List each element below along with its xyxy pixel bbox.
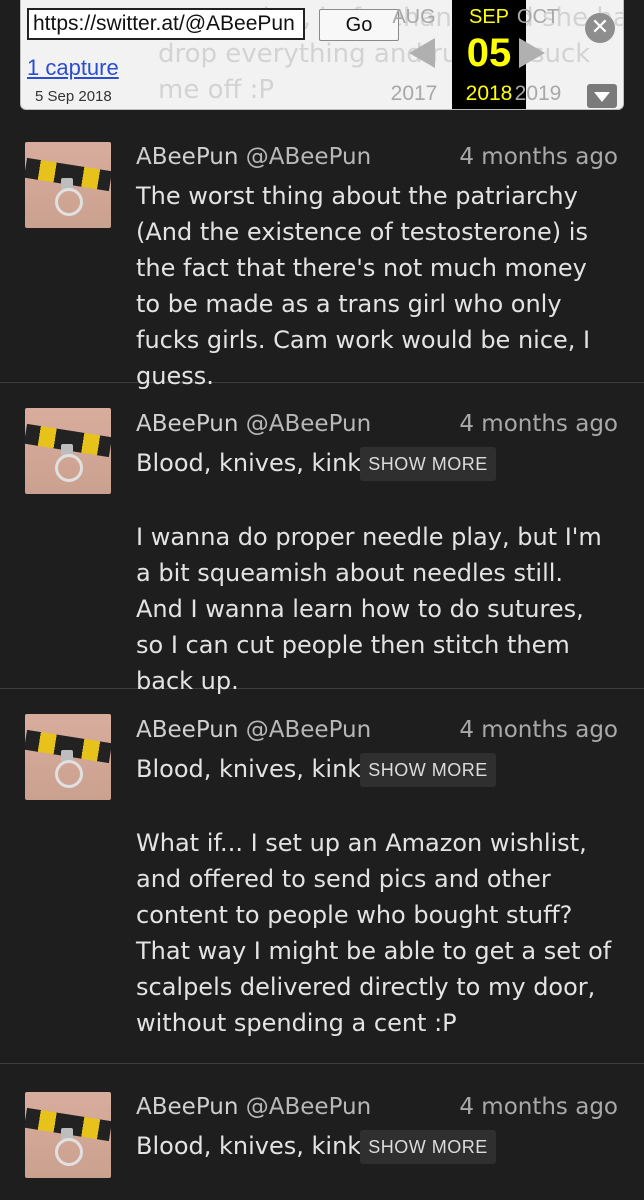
show-more-button[interactable]: SHOW MORE bbox=[360, 447, 496, 481]
close-icon[interactable]: ✕ bbox=[585, 13, 615, 43]
show-more-button[interactable]: SHOW MORE bbox=[360, 753, 496, 787]
post-author[interactable]: ABeePun @ABeePun bbox=[136, 411, 371, 437]
post-item: ABeePun @ABeePun 4 months ago Blood, kni… bbox=[0, 689, 644, 1064]
next-year[interactable]: 2019 bbox=[502, 82, 574, 106]
post-body: The worst thing about the patriarchy (An… bbox=[136, 182, 591, 390]
display-name: ABeePun bbox=[136, 411, 239, 437]
collar-ring bbox=[55, 454, 83, 482]
post-time[interactable]: 4 months ago bbox=[459, 411, 618, 437]
display-name: ABeePun bbox=[136, 144, 239, 170]
prev-month: AUG bbox=[392, 6, 436, 28]
current-day: 05 bbox=[466, 31, 512, 75]
handle: @ABeePun bbox=[245, 144, 372, 170]
handle: @ABeePun bbox=[245, 411, 372, 437]
display-name: ABeePun bbox=[136, 1094, 239, 1120]
content-warning: Blood, knives, kink bbox=[136, 449, 362, 477]
content-warning: Blood, knives, kink bbox=[136, 755, 362, 783]
behind-line-2: drop everything and rush to suck bbox=[158, 39, 591, 69]
collar-ring bbox=[55, 760, 83, 788]
next-month-column[interactable]: OCT 2019 bbox=[502, 0, 574, 105]
post-author[interactable]: ABeePun @ABeePun bbox=[136, 717, 371, 743]
avatar[interactable] bbox=[25, 1092, 111, 1178]
handle: @ABeePun bbox=[245, 717, 372, 743]
post-author[interactable]: ABeePun @ABeePun bbox=[136, 144, 371, 170]
next-capture-arrow-icon[interactable] bbox=[519, 38, 545, 68]
post-item: ABeePun @ABeePun 4 months ago Blood, kni… bbox=[0, 1064, 644, 1200]
captures-link[interactable]: 1 capture bbox=[27, 55, 119, 81]
post-item: ABeePun @ABeePun 4 months ago Blood, kni… bbox=[0, 383, 644, 695]
capture-date: 5 Sep 2018 bbox=[35, 88, 112, 105]
post-body: I wanna do proper needle play, but I'm a… bbox=[136, 523, 602, 695]
collar-ring bbox=[55, 188, 83, 216]
prev-capture-arrow-icon[interactable] bbox=[409, 38, 435, 68]
post-body: What if... I set up an Amazon wishlist, … bbox=[136, 829, 612, 1037]
wayback-toolbar: no warning, beforehand, and she had to d… bbox=[20, 0, 624, 110]
content-warning: Blood, knives, kink bbox=[136, 1132, 362, 1160]
post-time[interactable]: 4 months ago bbox=[459, 144, 618, 170]
avatar[interactable] bbox=[25, 142, 111, 228]
chevron-down-icon[interactable] bbox=[587, 84, 617, 108]
collar-ring bbox=[55, 1138, 83, 1166]
post-time[interactable]: 4 months ago bbox=[459, 717, 618, 743]
avatar[interactable] bbox=[25, 408, 111, 494]
post-author[interactable]: ABeePun @ABeePun bbox=[136, 1094, 371, 1120]
display-name: ABeePun bbox=[136, 717, 239, 743]
prev-month-column[interactable]: AUG 2017 bbox=[378, 0, 450, 105]
url-input[interactable]: https://switter.at/@ABeePun bbox=[27, 8, 305, 40]
show-more-button[interactable]: SHOW MORE bbox=[360, 1130, 496, 1164]
next-month: OCT bbox=[516, 6, 560, 28]
post-time[interactable]: 4 months ago bbox=[459, 1094, 618, 1120]
handle: @ABeePun bbox=[245, 1094, 372, 1120]
post-item: ABeePun @ABeePun 4 months ago The worst … bbox=[0, 110, 644, 390]
prev-year[interactable]: 2017 bbox=[378, 82, 450, 106]
avatar[interactable] bbox=[25, 714, 111, 800]
